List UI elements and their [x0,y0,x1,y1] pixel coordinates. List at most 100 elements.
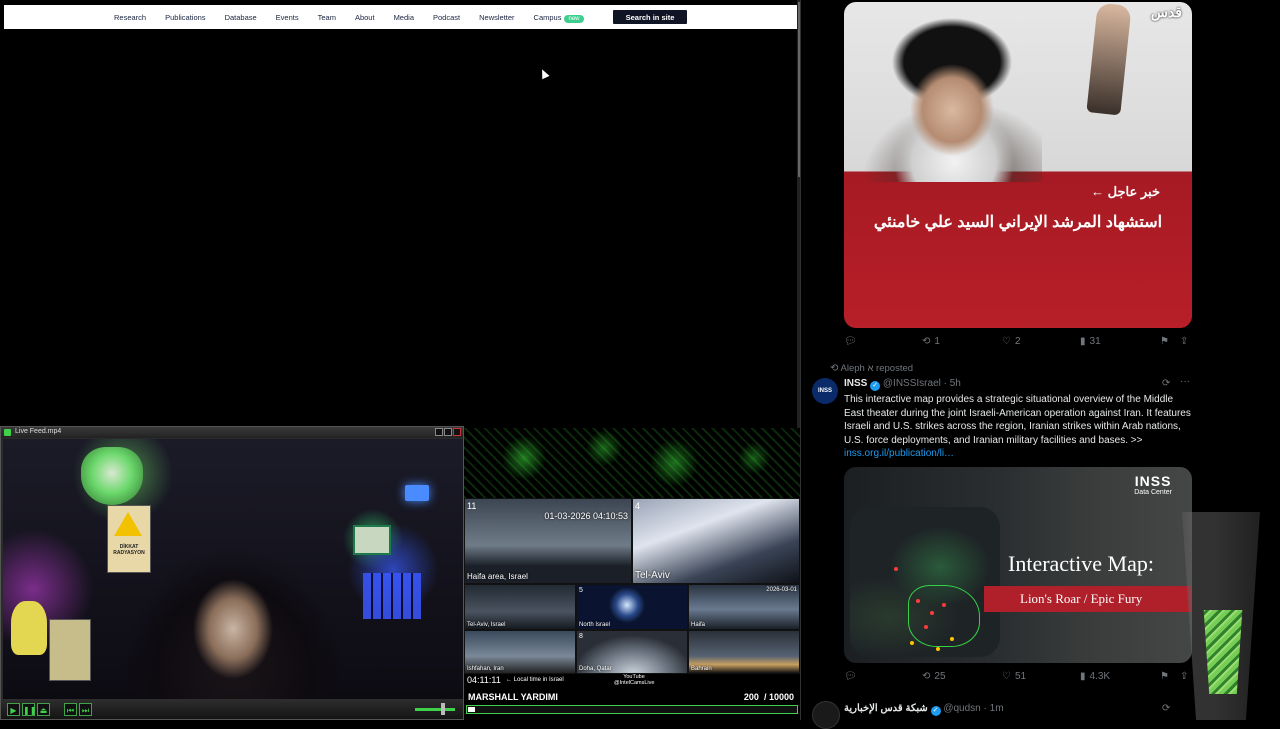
site-nav-bar: Research Publications Database Events Te… [4,5,798,29]
grok-icon[interactable]: ⟳ [1162,378,1170,389]
base-marker [936,647,940,651]
next-icon[interactable]: ⏭ [79,703,92,716]
repost-label[interactable]: Aleph א reposted [841,363,914,374]
camera-tile[interactable]: 2026-03-01 Haifa [688,584,800,630]
volume-knob[interactable] [441,703,445,715]
verified-badge-icon: ✓ [870,381,881,391]
led-grid-panel [363,573,421,619]
camera-tile[interactable]: 5 North Israel [576,584,688,630]
camera-timestamp: 01-03-2026 04:10:53 [544,511,628,521]
repost-icon: ⟲ [830,363,839,374]
more-options-icon[interactable]: ··· [1180,376,1190,387]
portrait-photo [862,12,1042,182]
camera-tile[interactable]: Bahrain [688,630,800,674]
nav-events[interactable]: Events [276,13,299,22]
nav-campus[interactable]: Campus new [534,13,584,23]
retweet-button[interactable]: ⟲ 1 [922,336,940,347]
author-handle[interactable]: @INSSIsrael [883,378,941,389]
player-controls: ▶ ❚❚ ⏏ ⏮ ⏭ [1,699,463,719]
views-button[interactable]: ▮ 31 [1080,336,1101,347]
nav-research[interactable]: Research [114,13,146,22]
eject-icon[interactable]: ⏏ [37,703,50,716]
camera-tile[interactable]: Tel-Aviv, Israel [464,584,576,630]
avatar[interactable]: INSS [812,378,838,404]
share-icon[interactable]: ⇪ [1180,336,1188,347]
post-text: This interactive map provides a strategi… [844,393,1194,461]
post-link[interactable]: inss.org.il/publication/li… [844,448,954,459]
player-titlebar[interactable]: Live Feed.mp4 [1,427,463,438]
ticker-count-value: 200 [743,692,759,702]
nav-team[interactable]: Team [318,13,336,22]
camera-number: 4 [635,501,641,511]
strike-marker [930,611,934,615]
camera-location: Bahrain [691,666,712,672]
camera-tile[interactable]: Ishfahan, Iran [464,630,576,674]
post-time[interactable]: · 1m [984,703,1004,714]
post-body: This interactive map provides a strategi… [844,394,1191,446]
post-actions: 💬︎ ⟲ 1 ♡ 2 ▮ 31 ⚑ ⇪ [844,336,1192,352]
retweet-count: 25 [934,671,946,682]
blue-lamp [405,485,429,501]
views-icon: ▮ [1080,671,1086,682]
volume-slider[interactable] [415,708,455,711]
author-name[interactable]: INSS [844,378,867,389]
grok-icon[interactable]: ⟳ [1162,703,1170,714]
nav-database[interactable]: Database [225,13,257,22]
ticker-count-total: / 10000 [763,692,794,702]
like-button[interactable]: ♡ 51 [1002,671,1026,682]
plush-toy [11,601,47,655]
maximize-icon[interactable] [444,428,452,436]
play-icon[interactable]: ▶ [7,703,20,716]
ticker-title: MARSHALL YARDIMI [468,692,558,702]
camera-footer: 04:11:11 ← Local time in Israel YouTube … [464,674,800,688]
webcam-video[interactable]: DİKKAT RADYASYON [3,439,463,699]
ticker-progress-bar [466,705,798,714]
camera-timestamp: 2026-03-01 [766,587,797,593]
close-icon[interactable] [453,428,461,436]
views-icon: ▮ [1080,336,1086,347]
warning-sign-text: DİKKAT RADYASYON [113,544,145,556]
camera-tile[interactable]: 8 Doha, Qatar [576,630,688,674]
crt-monitor [353,525,391,555]
post-media-image[interactable]: قدس خبر عاجل ← استشهاد المرشد الإيراني ا… [844,2,1192,328]
nav-media[interactable]: Media [394,13,414,22]
author-handle[interactable]: @qudsn [943,703,980,714]
camera-location: Tel-Aviv, Israel [467,622,506,628]
views-count: 4.3K [1089,671,1111,682]
nav-podcast[interactable]: Podcast [433,13,460,22]
retweet-button[interactable]: ⟲ 25 [922,671,946,682]
card-subtitle: Lion's Roar / Epic Fury [1020,591,1143,606]
prev-icon[interactable]: ⏮ [64,703,77,716]
camera-number: 8 [579,633,583,640]
nav-about[interactable]: About [355,13,375,22]
verified-badge-icon: ✓ [930,706,941,716]
camera-location: Ishfahan, Iran [467,666,504,672]
search-site-button[interactable]: Search in site [613,10,687,24]
post-time[interactable]: · 5h [944,378,961,389]
heart-icon: ♡ [1002,671,1011,682]
like-button[interactable]: ♡ 2 [1002,336,1021,347]
nav-publications[interactable]: Publications [165,13,205,22]
author-name[interactable]: شبكة قدس الإخبارية [844,703,928,714]
camera-tile[interactable]: 4 Tel-Aviv [632,498,800,584]
bookmark-icon[interactable]: ⚑ [1160,336,1169,347]
minimize-icon[interactable] [435,428,443,436]
nav-campus-label[interactable]: Campus [534,13,562,22]
reply-icon[interactable]: 💬︎ [844,671,857,682]
nav-menu: Research Publications Database Events Te… [114,5,603,29]
avatar[interactable] [812,701,840,729]
bookmark-icon[interactable]: ⚑ [1160,671,1169,682]
image-headline: استشهاد المرشد الإيراني السيد علي خامنئي [873,214,1163,231]
strike-marker [942,603,946,607]
camera-number: 5 [579,587,583,594]
camera-tile[interactable]: 11 01-03-2026 04:10:53 Haifa area, Israe… [464,498,632,584]
heart-icon: ♡ [1002,336,1011,347]
views-button[interactable]: ▮ 4.3K [1080,671,1110,682]
link-card-image[interactable]: INSS Data Center Interactive Map: Lion's … [844,467,1192,663]
share-icon[interactable]: ⇪ [1180,671,1188,682]
camera-location: Haifa area, Israel [467,572,528,581]
nav-newsletter[interactable]: Newsletter [479,13,514,22]
reply-icon[interactable]: 💬︎ [844,336,857,347]
ticker-progress-fill [468,707,475,712]
pause-icon[interactable]: ❚❚ [22,703,36,716]
